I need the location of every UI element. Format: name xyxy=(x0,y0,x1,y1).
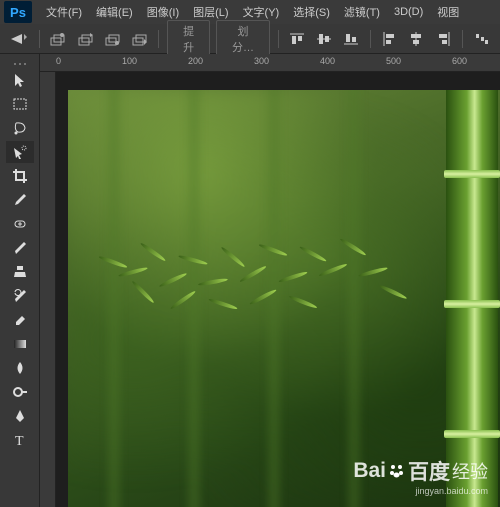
menu-file[interactable]: 文件(F) xyxy=(40,1,88,23)
menu-edit[interactable]: 编辑(E) xyxy=(90,1,139,23)
menu-filter[interactable]: 滤镜(T) xyxy=(338,1,386,23)
vertical-ruler[interactable] xyxy=(40,72,56,507)
ruler-mark: 600 xyxy=(452,56,467,66)
watermark: Bai 百度 经验 jingyan.baidu.com xyxy=(353,456,488,496)
spot-healing-brush-tool[interactable] xyxy=(6,213,34,235)
svg-text:T: T xyxy=(15,434,24,448)
divider xyxy=(39,30,40,48)
options-bar: 提升 划分… xyxy=(0,24,500,54)
pen-tool[interactable] xyxy=(6,405,34,427)
image-stalk xyxy=(446,90,498,507)
menu-select[interactable]: 选择(S) xyxy=(287,1,336,23)
toolbox-handle-icon[interactable] xyxy=(13,58,27,64)
image-detail xyxy=(444,170,500,178)
blur-tool[interactable] xyxy=(6,357,34,379)
align-left-edges-icon[interactable] xyxy=(379,28,400,50)
quick-selection-tool[interactable] xyxy=(6,141,34,163)
align-horizontal-centers-icon[interactable] xyxy=(406,28,427,50)
image-leaves xyxy=(88,230,408,350)
dodge-tool[interactable] xyxy=(6,381,34,403)
tool-preset-picker[interactable] xyxy=(8,28,31,50)
layer-group-icon[interactable] xyxy=(102,28,123,50)
eyedropper-tool[interactable] xyxy=(6,189,34,211)
eraser-tool[interactable] xyxy=(6,309,34,331)
align-top-edges-icon[interactable] xyxy=(287,28,308,50)
canvas-area[interactable]: Bai 百度 经验 jingyan.baidu.com xyxy=(56,72,500,507)
ruler-mark: 500 xyxy=(386,56,401,66)
brush-tool[interactable] xyxy=(6,237,34,259)
document-canvas[interactable]: Bai 百度 经验 jingyan.baidu.com xyxy=(68,90,500,507)
ruler-mark: 100 xyxy=(122,56,137,66)
watermark-brand: Bai xyxy=(353,459,386,483)
lasso-tool[interactable] xyxy=(6,117,34,139)
align-vertical-centers-icon[interactable] xyxy=(314,28,335,50)
rectangular-marquee-tool[interactable] xyxy=(6,93,34,115)
show-transform-controls-icon[interactable] xyxy=(75,28,96,50)
watermark-brand-cn: 百度 xyxy=(408,456,450,486)
image-detail xyxy=(444,300,500,308)
clone-stamp-tool[interactable] xyxy=(6,261,34,283)
app-logo: Ps xyxy=(4,1,32,23)
history-brush-tool[interactable] xyxy=(6,285,34,307)
divider xyxy=(370,30,371,48)
toolbox: T xyxy=(0,54,40,507)
divider xyxy=(278,30,279,48)
crop-tool[interactable] xyxy=(6,165,34,187)
gradient-tool[interactable] xyxy=(6,333,34,355)
align-bottom-edges-icon[interactable] xyxy=(341,28,362,50)
ruler-mark: 400 xyxy=(320,56,335,66)
ruler-mark: 0 xyxy=(56,56,61,66)
divide-button[interactable]: 划分… xyxy=(216,20,270,58)
align-right-edges-icon[interactable] xyxy=(433,28,454,50)
divider xyxy=(462,30,463,48)
paw-icon xyxy=(388,462,406,480)
horizontal-type-tool[interactable]: T xyxy=(6,429,34,451)
menu-view[interactable]: 视图 xyxy=(431,1,465,23)
menu-3d[interactable]: 3D(D) xyxy=(388,3,429,21)
move-tool[interactable] xyxy=(6,69,34,91)
distribute-icon[interactable] xyxy=(471,28,492,50)
promote-button[interactable]: 提升 xyxy=(167,20,210,58)
divider xyxy=(158,30,159,48)
ruler-mark: 300 xyxy=(254,56,269,66)
watermark-suffix: 经验 xyxy=(452,458,488,484)
auto-select-layers-icon[interactable] xyxy=(48,28,69,50)
horizontal-ruler[interactable]: 0 100 200 300 400 500 600 xyxy=(40,54,500,72)
layer-all-icon[interactable] xyxy=(129,28,150,50)
ruler-mark: 200 xyxy=(188,56,203,66)
image-detail xyxy=(444,430,500,438)
watermark-url: jingyan.baidu.com xyxy=(353,486,488,496)
